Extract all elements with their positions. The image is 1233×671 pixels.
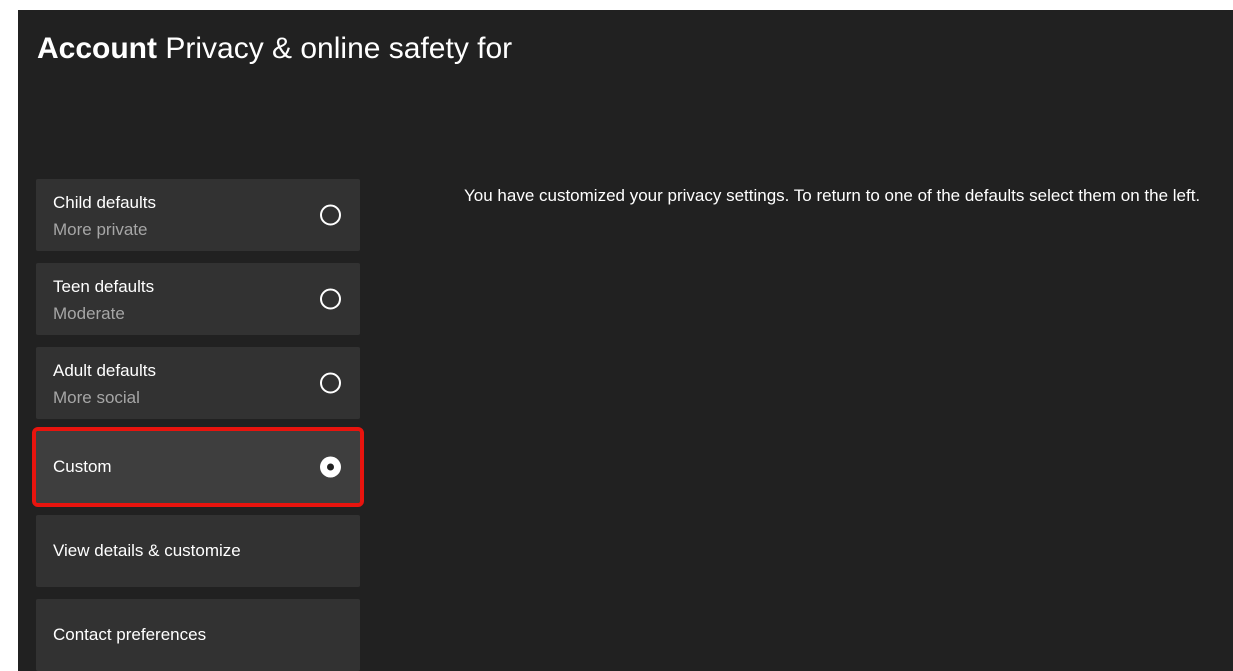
- option-sublabel: More social: [53, 388, 140, 407]
- radio-unchecked-icon[interactable]: [320, 204, 341, 226]
- custom-settings-description: You have customized your privacy setting…: [464, 186, 1201, 205]
- page-heading: Privacy & online safety for: [165, 32, 513, 65]
- button-label: View details & customize: [53, 541, 241, 560]
- privacy-options-list: Child defaults More private Teen default…: [32, 179, 364, 671]
- adult-defaults-option[interactable]: Adult defaults More social: [36, 347, 360, 419]
- option-label: Child defaults: [53, 193, 157, 212]
- radio-unchecked-icon[interactable]: [320, 288, 341, 310]
- page-title: Account Privacy & online safety for: [37, 32, 512, 66]
- section-title: Account: [37, 32, 157, 65]
- option-sublabel: Moderate: [53, 304, 125, 323]
- option-label: Adult defaults: [53, 361, 157, 380]
- option-label: Custom: [53, 457, 112, 476]
- button-label: Contact preferences: [53, 625, 207, 644]
- option-sublabel: More private: [53, 220, 148, 239]
- teen-defaults-option[interactable]: Teen defaults Moderate: [36, 263, 360, 335]
- option-label: Teen defaults: [53, 277, 155, 296]
- view-details-customize-button[interactable]: View details & customize: [36, 515, 360, 587]
- child-defaults-option[interactable]: Child defaults More private: [36, 179, 360, 251]
- xbox-settings-screen: Account Privacy & online safety for Chil…: [18, 10, 1233, 671]
- radio-unchecked-icon[interactable]: [320, 372, 341, 394]
- contact-preferences-button[interactable]: Contact preferences: [36, 599, 360, 671]
- radio-checked-icon[interactable]: [320, 456, 341, 478]
- custom-option[interactable]: Custom: [32, 427, 364, 507]
